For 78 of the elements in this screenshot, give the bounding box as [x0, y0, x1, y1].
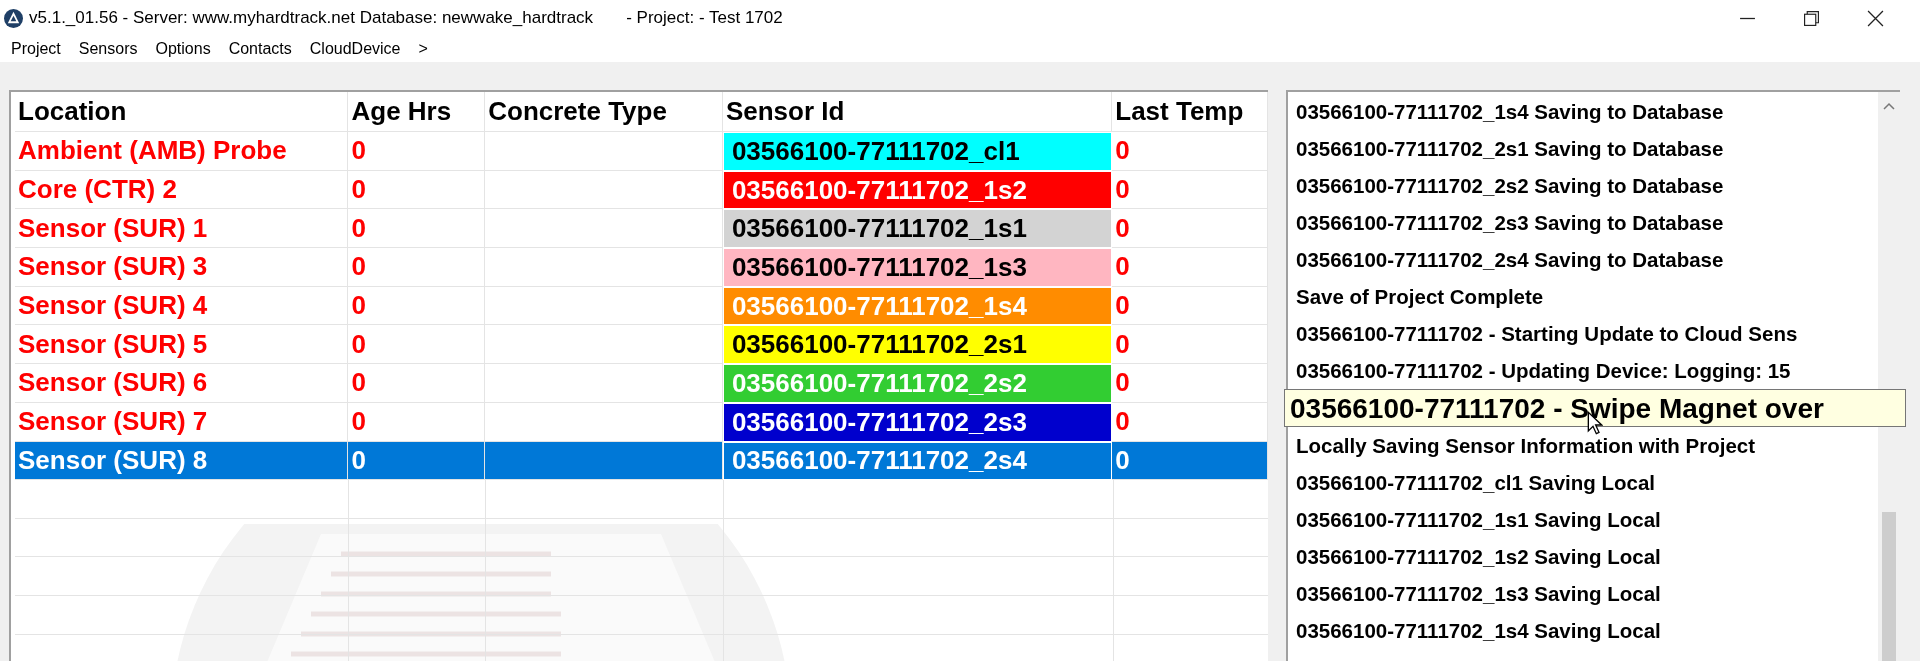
table-cell: Sensor (SUR) 7 [18, 406, 208, 438]
table-row[interactable]: Sensor (SUR) 5 0 03566100-77111702_2s1 0 [15, 325, 1268, 365]
menu-item[interactable]: Contacts [228, 40, 292, 58]
sensor-id-cell: 03566100-77111702_1s3 [722, 248, 1113, 287]
scrollbar[interactable] [1878, 92, 1900, 661]
table-cell: Sensor (SUR) 8 [18, 444, 208, 476]
table-cell: 0 [351, 367, 366, 399]
table-cell: Sensor (SUR) 4 [18, 290, 208, 322]
log-entry[interactable]: 03566100-77111702 - Starting Update to Cloud Sens [1288, 315, 1878, 352]
table-cell: 0 [351, 212, 366, 244]
table-row[interactable]: Sensor (SUR) 1 0 03566100-77111702_1s1 0 [15, 209, 1268, 249]
table-cell: 0 [1115, 135, 1130, 167]
column-header[interactable]: Location [18, 96, 127, 127]
table-cell: 0 [1115, 212, 1130, 244]
table-row[interactable]: Sensor (SUR) 3 0 03566100-77111702_1s3 0 [15, 248, 1268, 287]
table-row[interactable]: Sensor (SUR) 4 0 03566100-77111702_1s4 0 [15, 286, 1268, 326]
table-cell: Sensor (SUR) 6 [18, 367, 208, 399]
table-row[interactable]: Core (CTR) 2 0 03566100-77111702_1s2 0 [15, 170, 1268, 210]
log-entry[interactable]: 03566100-77111702_2s1 Saving to Database [1288, 130, 1878, 167]
column-header[interactable]: Concrete Type [488, 96, 667, 127]
table-cell: Sensor (SUR) 3 [18, 251, 208, 283]
log-entry[interactable]: 03566100-77111702_2s4 Saving to Database [1288, 241, 1878, 278]
table-cell: Core (CTR) 2 [18, 174, 177, 206]
log-entry[interactable]: 03566100-77111702_1s4 Saving Local [1288, 612, 1878, 649]
log-entry[interactable]: 03566100-77111702_2s3 Saving to Database [1288, 204, 1878, 241]
table-cell: 0 [1115, 174, 1130, 206]
table-cell: 0 [1115, 328, 1130, 360]
table-row[interactable]: Sensor (SUR) 7 0 03566100-77111702_2s3 0 [15, 402, 1268, 442]
sensor-id-cell: 03566100-77111702_2s4 [722, 441, 1113, 481]
table-row[interactable]: Sensor (SUR) 8 0 03566100-77111702_2s4 0 [15, 441, 1268, 481]
log-entry[interactable]: 03566100-77111702_1s2 Saving Local [1288, 538, 1878, 575]
log-entry[interactable]: 03566100-77111702_2s2 Saving to Database [1288, 167, 1878, 204]
table-cell: 0 [351, 135, 366, 167]
column-header[interactable]: Last Temp [1115, 96, 1244, 127]
log-entry[interactable]: 03566100-77111702_1s1 Saving Local [1288, 501, 1878, 538]
table-cell: 0 [1115, 251, 1130, 283]
log-entry[interactable]: Locally Saving Sensor Information with Project [1288, 427, 1878, 464]
table-row[interactable]: Sensor (SUR) 6 0 03566100-77111702_2s2 0 [15, 364, 1268, 403]
log-entry[interactable]: 03566100-77111702_1s4 Saving to Database [1288, 93, 1878, 130]
sensor-id-cell: 03566100-77111702_1s4 [722, 286, 1113, 326]
scroll-up-icon[interactable] [1883, 102, 1895, 110]
table-cell: 0 [351, 290, 366, 322]
sensor-id-cell: 03566100-77111702_1s1 [722, 209, 1113, 249]
column-header[interactable]: Age Hrs [351, 96, 452, 127]
sensor-id-cell: 03566100-77111702_2s3 [722, 402, 1113, 442]
table-cell: 0 [1115, 444, 1130, 476]
table-cell: Sensor (SUR) 5 [18, 328, 208, 360]
table-cell: Sensor (SUR) 1 [18, 212, 208, 244]
menu-item[interactable]: Sensors [78, 40, 138, 58]
menu-item[interactable]: > [418, 40, 428, 58]
table-cell: 0 [351, 251, 366, 283]
log-entry[interactable]: 03566100-77111702 - Updating Device: Logging: 15 [1288, 352, 1878, 389]
tooltip: 03566100-77111702 - Swipe Magnet over [1284, 389, 1906, 427]
app-logo-icon [4, 8, 23, 28]
table-cell: 0 [351, 406, 366, 438]
restore-icon[interactable] [1803, 9, 1820, 27]
table-cell: 0 [1115, 290, 1130, 322]
table-cell: 0 [351, 444, 366, 476]
table-cell: 0 [1115, 406, 1130, 438]
scrollbar-thumb[interactable] [1882, 512, 1896, 661]
menu-item[interactable]: Options [155, 40, 211, 58]
close-icon[interactable] [1867, 9, 1884, 27]
table-cell: 0 [1115, 367, 1130, 399]
sensor-id-cell: 03566100-77111702_cl1 [722, 132, 1113, 171]
menu-item[interactable]: CloudDevice [309, 40, 401, 58]
log-entry[interactable]: Save of Project Complete [1288, 278, 1878, 315]
table-row[interactable]: Ambient (AMB) Probe 0 03566100-77111702_cl1 0 [15, 132, 1268, 171]
log-entry[interactable]: 03566100-77111702_1s3 Saving Local [1288, 575, 1878, 612]
table-cell: 0 [351, 174, 366, 206]
log-entry[interactable]: 03566100-77111702_cl1 Saving Local [1288, 464, 1878, 501]
sensor-id-cell: 03566100-77111702_2s2 [722, 364, 1113, 403]
column-header[interactable]: Sensor Id [725, 96, 845, 127]
table-cell: Ambient (AMB) Probe [18, 135, 287, 167]
sensor-id-cell: 03566100-77111702_1s2 [722, 170, 1113, 210]
menu-item[interactable]: Project [11, 40, 61, 58]
table-cell: 0 [351, 328, 366, 360]
window-title: v5.1._01.56 - Server: www.myhardtrack.net Database: newwake_hardtrack - Project: - Test 1702 [29, 8, 783, 28]
sensor-id-cell: 03566100-77111702_2s1 [722, 325, 1113, 365]
